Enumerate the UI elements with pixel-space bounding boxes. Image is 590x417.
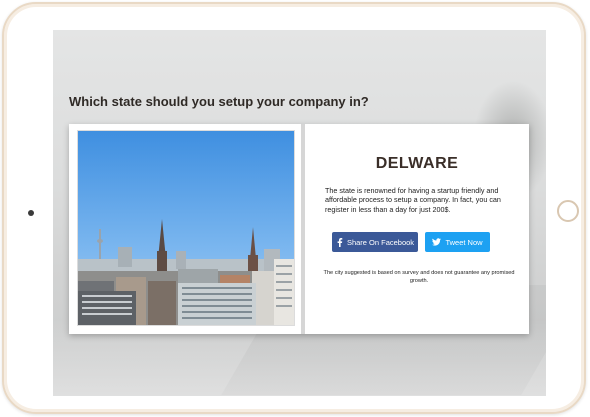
share-facebook-button[interactable]: Share On Facebook (332, 232, 418, 252)
result-card: DELWARE The state is renowned for having… (69, 124, 529, 334)
camera-dot (28, 210, 34, 216)
state-description: The state is renowned for having a start… (325, 186, 501, 214)
share-facebook-label: Share On Facebook (346, 237, 415, 247)
question-heading: Which state should you setup your compan… (69, 94, 369, 109)
screen: Which state should you setup your compan… (53, 30, 546, 396)
home-button[interactable] (557, 200, 579, 222)
twitter-icon (432, 238, 442, 246)
state-name: DELWARE (375, 155, 459, 172)
city-skyline-image (77, 130, 295, 326)
disclaimer-text: The city suggested is based on survey an… (323, 270, 515, 284)
tweet-button[interactable]: Tweet Now (425, 232, 490, 252)
tweet-label: Tweet Now (445, 237, 483, 247)
facebook-icon (336, 237, 343, 247)
tablet-frame: Which state should you setup your compan… (2, 2, 586, 414)
